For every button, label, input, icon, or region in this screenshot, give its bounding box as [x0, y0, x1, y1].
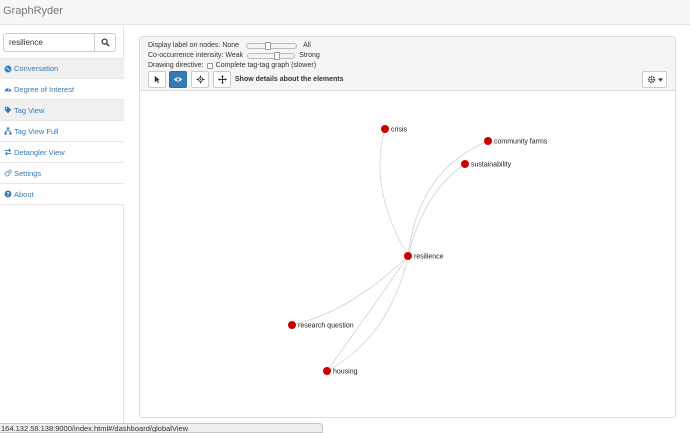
settings-dropdown-button[interactable]	[642, 71, 667, 88]
graph-node-label: housing	[333, 369, 358, 376]
drawing-directive-control: Drawing directive: Complete tag-tag grap…	[148, 62, 316, 69]
details-label: Show details about the elements	[235, 76, 344, 83]
graph-nodes: crisis community farms sustainability resil…	[288, 125, 548, 376]
status-url: 164.132.58.138:9000/index.html#/dashboar…	[0, 423, 323, 433]
sidebar-item-label: Degree of Interest	[14, 84, 75, 94]
graph-node-dot[interactable]	[404, 252, 412, 260]
move-tool-button[interactable]	[213, 71, 231, 88]
graph-node-label: community farms	[494, 139, 548, 146]
globe-icon	[4, 65, 12, 73]
cogs-icon	[4, 169, 12, 177]
cooccurrence-control: Co-occurrence intensity: Weak Strong	[148, 51, 320, 60]
graph-node-label: resilience	[414, 254, 444, 261]
graph-edges	[291, 128, 489, 372]
app-title[interactable]: GraphRyder	[3, 5, 63, 17]
graph-node[interactable]: resilience	[404, 252, 444, 261]
graph-node[interactable]: sustainability	[461, 160, 512, 169]
graph-edge	[407, 140, 489, 257]
graph-node[interactable]: research question	[288, 321, 354, 330]
sidebar-nav: Conversation Degree of Interest Tag View…	[0, 58, 124, 205]
sidebar-item-settings[interactable]: Settings	[0, 163, 124, 184]
search-form	[3, 33, 116, 52]
sidebar-item-label: Detangler View	[14, 147, 65, 157]
graph-node-dot[interactable]	[461, 160, 469, 168]
question-icon: ?	[4, 190, 12, 198]
graph-node-label: sustainability	[471, 162, 512, 169]
top-navbar: GraphRyder	[0, 0, 690, 25]
label-slider-max-label: All	[303, 42, 311, 49]
sidebar-item-conversation[interactable]: Conversation	[0, 58, 124, 79]
exchange-icon	[4, 148, 12, 156]
search-button[interactable]	[94, 33, 116, 52]
pointer-icon	[154, 75, 160, 84]
cooccurrence-slider-min-label: Co-occurrence intensity: Weak	[148, 52, 244, 59]
sidebar-item-label: Tag View	[14, 105, 45, 115]
gear-icon	[647, 75, 655, 84]
label-display-slider[interactable]	[246, 41, 298, 50]
tag-graph[interactable]: crisis community farms sustainability resil…	[140, 92, 675, 417]
graph-controls: Display label on nodes: None All Co-occu…	[140, 37, 675, 91]
details-tool-button[interactable]	[169, 71, 187, 88]
label-display-control: Display label on nodes: None All	[148, 41, 311, 50]
sidebar-item-label: About	[14, 189, 34, 199]
sidebar-item-tag-view-full[interactable]: Tag View Full	[0, 121, 124, 142]
cooccurrence-slider[interactable]	[247, 51, 296, 60]
graph-node-dot[interactable]	[323, 367, 331, 375]
graph-node-dot[interactable]	[288, 321, 296, 329]
label-display-slider-handle[interactable]	[264, 41, 271, 50]
graph-node[interactable]: community farms	[484, 137, 548, 146]
graph-node-dot[interactable]	[484, 137, 492, 145]
graph-edge	[379, 128, 409, 257]
cooccurrence-slider-handle[interactable]	[273, 51, 280, 60]
center-tool-button[interactable]	[191, 71, 209, 88]
graph-edge	[291, 255, 409, 326]
search-input[interactable]	[3, 33, 95, 52]
tag-icon	[4, 106, 12, 114]
sidebar-item-label: Tag View Full	[14, 126, 59, 136]
graph-edge	[407, 163, 466, 257]
sidebar-item-about[interactable]: ? About	[0, 184, 124, 205]
complete-graph-checkbox[interactable]	[206, 62, 213, 69]
graph-node[interactable]: housing	[323, 367, 358, 376]
select-tool-button[interactable]	[148, 71, 166, 88]
graph-node-label: research question	[298, 323, 354, 330]
move-icon	[217, 75, 227, 84]
sitemap-icon	[4, 127, 12, 135]
caret-down-icon	[657, 77, 663, 82]
svg-text:?: ?	[6, 192, 10, 198]
search-icon	[100, 38, 110, 47]
drawing-directive-label: Drawing directive:	[148, 62, 204, 69]
eye-icon	[173, 77, 183, 82]
tag-view-panel: Display label on nodes: None All Co-occu…	[139, 36, 676, 418]
screenshot-icon	[195, 75, 205, 84]
sidebar-item-label: Conversation	[14, 64, 59, 73]
sidebar-item-tag-view[interactable]: Tag View	[0, 100, 124, 121]
graph-node-label: crisis	[391, 127, 407, 134]
sidebar-item-degree-of-interest[interactable]: Degree of Interest	[0, 79, 124, 100]
dashboard-icon	[4, 85, 12, 93]
complete-graph-label: Complete tag-tag graph (slower)	[215, 62, 317, 69]
sidebar-item-detangler-view[interactable]: Detangler View	[0, 142, 124, 163]
graph-edge	[326, 255, 409, 372]
cooccurrence-slider-max-label: Strong	[299, 52, 320, 59]
graph-node-dot[interactable]	[381, 125, 389, 133]
sidebar-item-label: Settings	[14, 168, 42, 178]
graph-node[interactable]: crisis	[381, 125, 407, 134]
label-slider-min-label: Display label on nodes: None	[148, 42, 240, 49]
sidebar: Conversation Degree of Interest Tag View…	[0, 26, 124, 431]
